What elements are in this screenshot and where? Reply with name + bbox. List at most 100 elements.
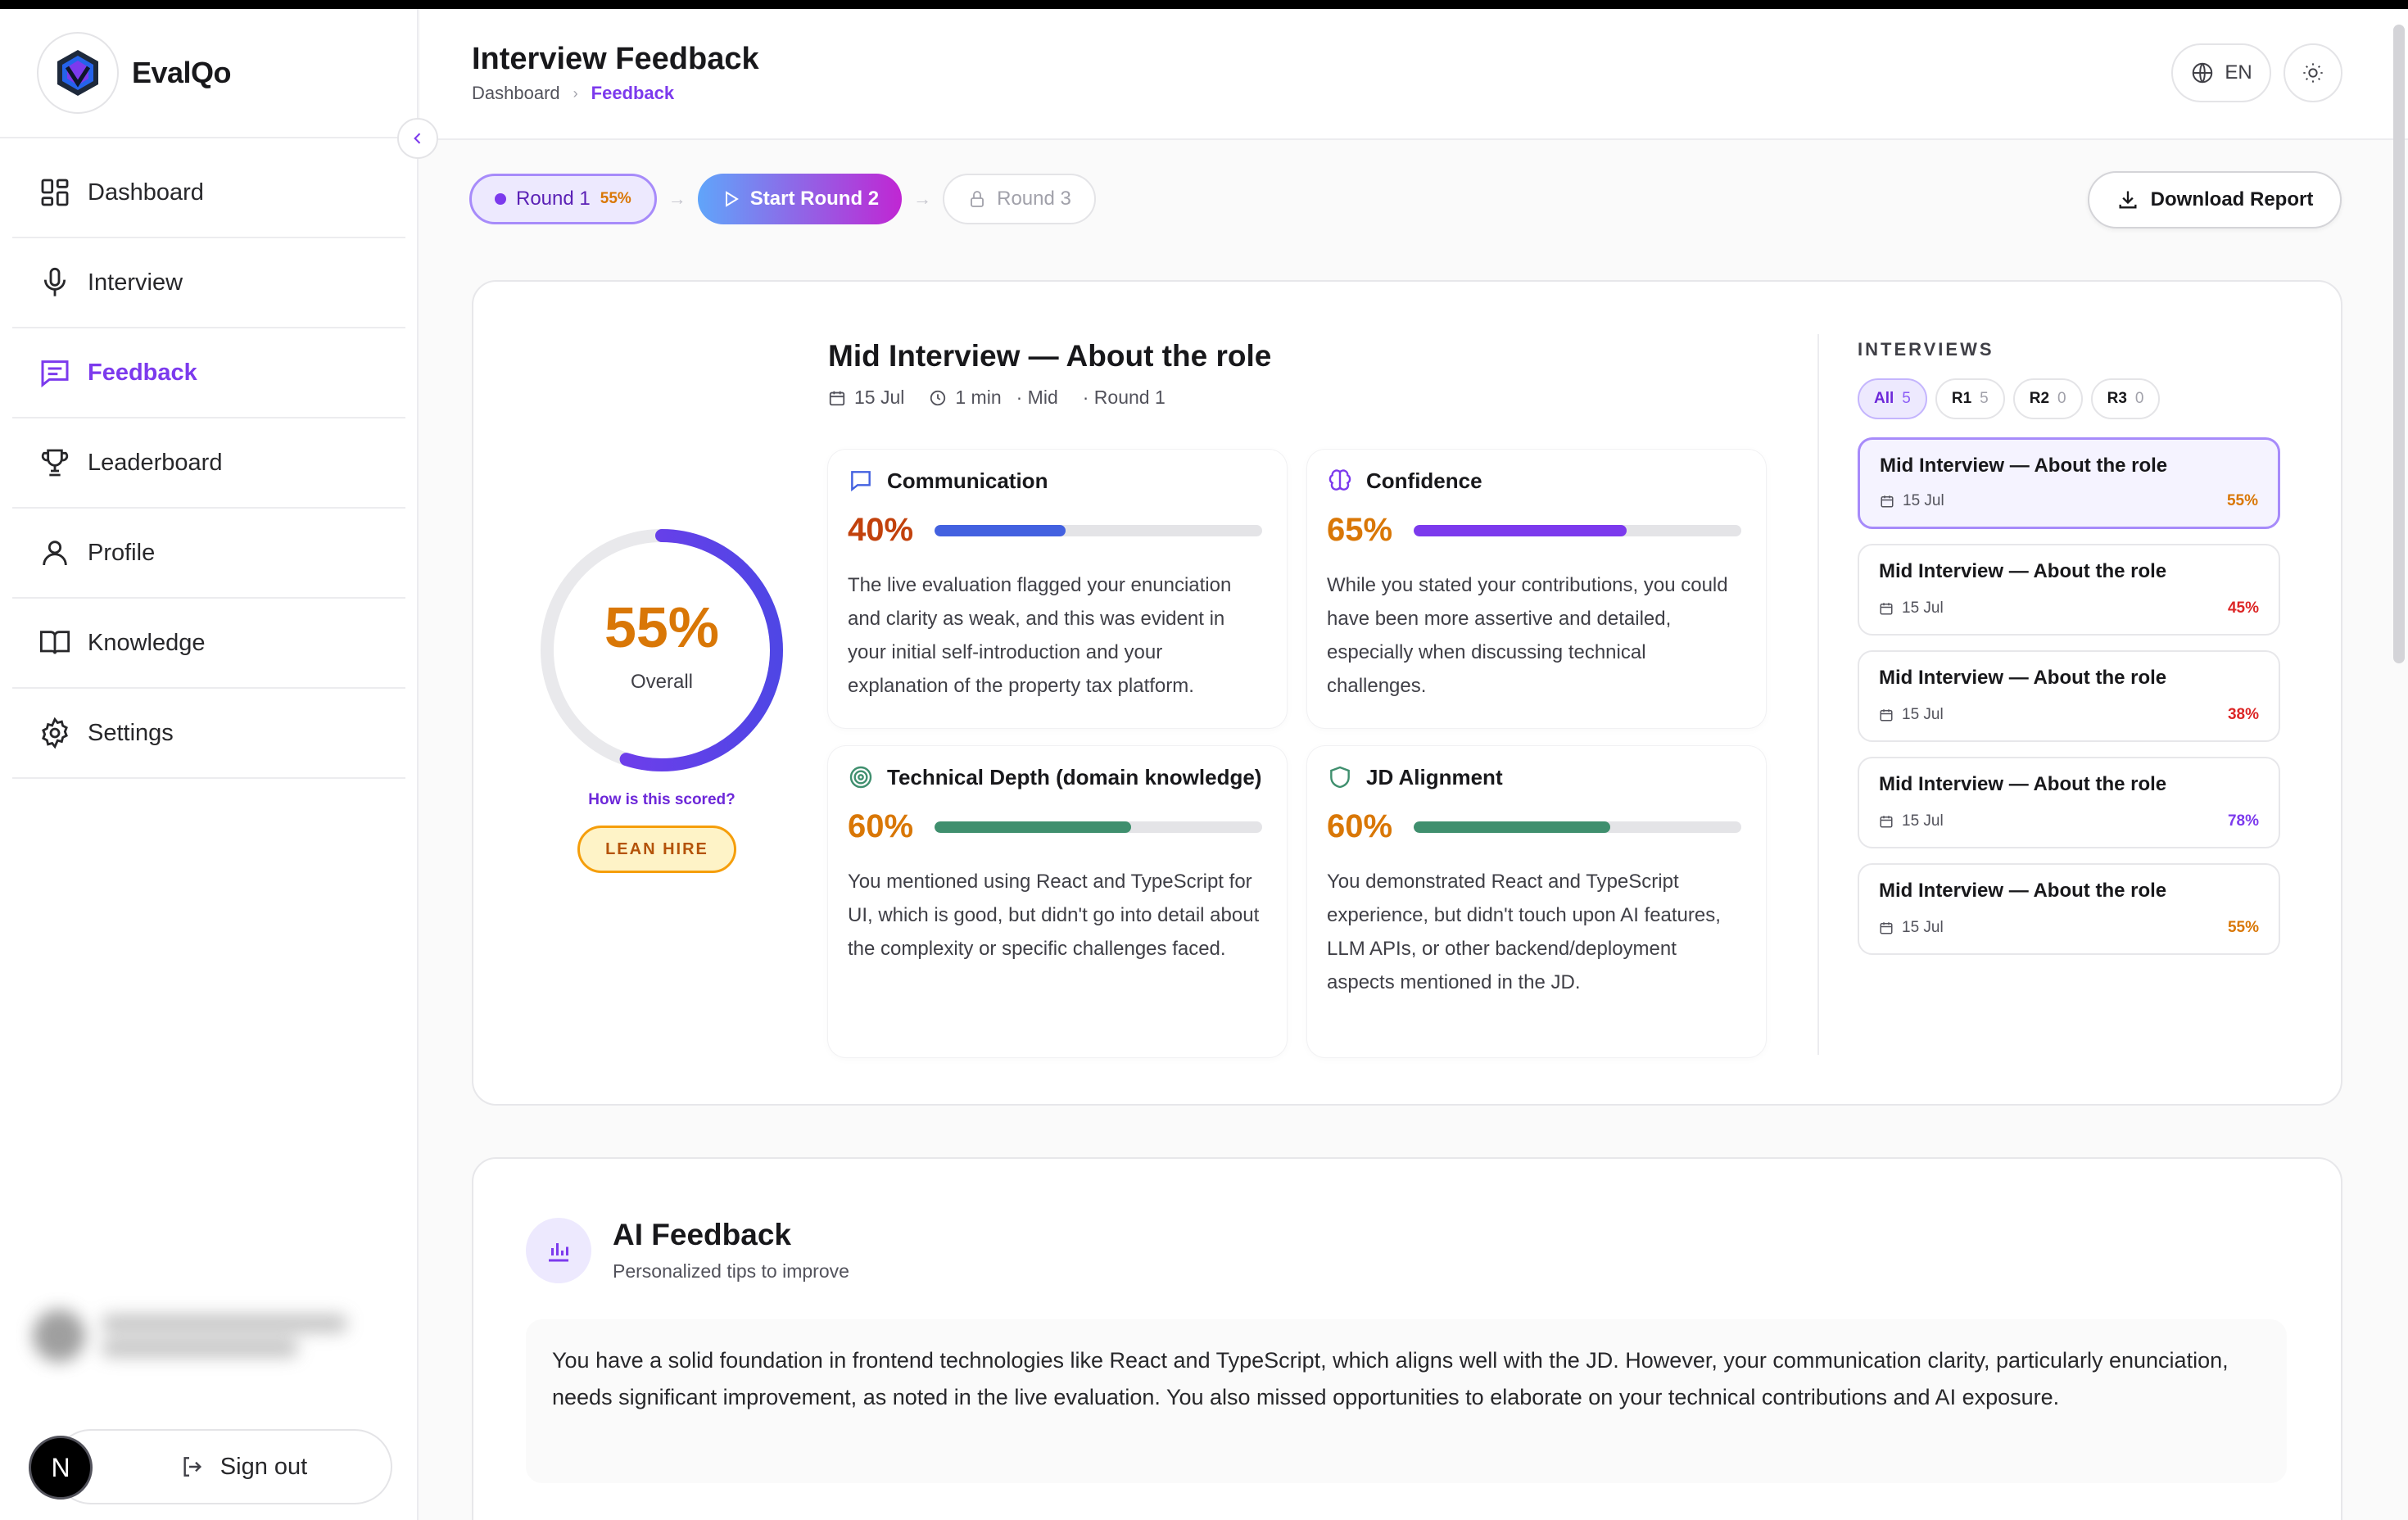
start-round-2-label: Start Round 2: [749, 188, 880, 210]
interview-list-item[interactable]: Mid Interview — About the role 15 Jul 45…: [1858, 544, 2280, 636]
metric-progress-fill: [1414, 524, 1627, 536]
interview-list-item[interactable]: Mid Interview — About the role 15 Jul 38…: [1858, 650, 2280, 742]
start-round-2-button[interactable]: Start Round 2: [697, 174, 903, 224]
arrow-right-icon: →: [913, 188, 932, 209]
metric-card-confidence: Confidence 65% While you stated your con…: [1307, 450, 1766, 728]
interviews-heading: INTERVIEWS: [1858, 339, 1994, 360]
interview-list-item[interactable]: Mid Interview — About the role 15 Jul 78…: [1858, 757, 2280, 848]
download-icon: [2119, 191, 2137, 209]
metric-description: You mentioned using React and TypeScript…: [848, 871, 1260, 960]
interview-item-date: 15 Jul: [1902, 919, 1944, 936]
calendar-icon: [1880, 603, 1893, 615]
metric-progress-bar: [935, 821, 1263, 833]
gear-icon: [42, 717, 68, 749]
interview-item-score: 45%: [2227, 599, 2259, 617]
round-1-pill[interactable]: Round 1 55%: [469, 174, 657, 224]
sidebar-item-dashboard[interactable]: Dashboard: [12, 148, 405, 238]
calendar-icon: [1880, 922, 1893, 934]
interview-date: 15 Jul: [854, 387, 905, 408]
chevron-right-icon: ›: [573, 84, 578, 102]
breadcrumb: Dashboard › Feedback: [472, 83, 674, 104]
metric-progress-bar: [1414, 821, 1742, 833]
user-profile-blurred[interactable]: [33, 1287, 377, 1385]
chip-label: R1: [1951, 390, 1972, 407]
filter-chip-all[interactable]: All 5: [1858, 378, 1927, 419]
interview-item-date: 15 Jul: [1902, 706, 1944, 723]
metric-progress-bar: [935, 524, 1263, 536]
interview-meta: 15 Jul 1 min · Mid · Round 1: [828, 387, 1166, 409]
metric-name: Technical Depth (domain knowledge): [887, 764, 1262, 789]
signout-row: N Sign out: [29, 1429, 392, 1504]
sidebar-item-feedback[interactable]: Feedback: [12, 328, 405, 418]
language-button[interactable]: EN: [2171, 43, 2271, 102]
interview-title: Mid Interview — About the role: [828, 339, 1272, 373]
overall-score-value: 55%: [604, 595, 720, 659]
signout-button[interactable]: Sign out: [53, 1429, 392, 1504]
sidebar: EvalQo Dashboard Interview Feedback Lead…: [0, 9, 419, 1520]
chip-count: 5: [1980, 390, 1989, 407]
sidebar-item-interview[interactable]: Interview: [12, 238, 405, 328]
signout-label: Sign out: [220, 1453, 308, 1480]
filter-chip-r2[interactable]: R2 0: [2012, 378, 2083, 419]
feedback-summary-card: 55% Overall How is this scored? LEAN HIR…: [472, 280, 2342, 1106]
microphone-icon: [43, 267, 66, 296]
header: Interview Feedback Dashboard › Feedback …: [420, 9, 2408, 140]
ai-feedback-title: AI Feedback: [613, 1218, 791, 1251]
calendar-icon: [1881, 495, 1894, 508]
metric-score: 60%: [848, 808, 914, 844]
user-icon: [43, 541, 67, 566]
calendar-icon: [1880, 709, 1893, 722]
ai-feedback-card: AI Feedback Personalized tips to improve…: [472, 1157, 2342, 1520]
collapse-sidebar-button[interactable]: [397, 118, 438, 159]
brand[interactable]: EvalQo: [37, 32, 232, 114]
arrow-right-icon: →: [668, 188, 686, 209]
breadcrumb-dashboard[interactable]: Dashboard: [472, 83, 560, 104]
play-icon: [725, 191, 739, 207]
page-title: Interview Feedback: [472, 42, 759, 76]
interview-list-item[interactable]: Mid Interview — About the role 15 Jul 55…: [1858, 863, 2280, 955]
interview-filter-chips: All 5 R1 5 R2 0 R3 0: [1858, 378, 2161, 419]
sidebar-item-knowledge[interactable]: Knowledge: [12, 599, 405, 689]
avatar[interactable]: N: [29, 1436, 93, 1500]
interview-item-score: 55%: [2227, 919, 2259, 936]
theme-toggle-button[interactable]: [2284, 43, 2342, 102]
sidebar-item-profile[interactable]: Profile: [12, 509, 405, 599]
metric-card-technical-depth: Technical Depth (domain knowledge) 60% Y…: [828, 746, 1287, 1057]
download-report-button[interactable]: Download Report: [2088, 171, 2342, 228]
interview-item-title: Mid Interview — About the role: [1880, 455, 2168, 477]
metric-score: 40%: [848, 512, 914, 548]
sidebar-item-leaderboard[interactable]: Leaderboard: [12, 418, 405, 509]
interview-item-date: 15 Jul: [1903, 492, 1944, 509]
sidebar-item-settings[interactable]: Settings: [12, 689, 405, 779]
interview-item-score: 38%: [2227, 706, 2259, 723]
chip-count: 0: [2134, 390, 2144, 407]
vertical-divider: [1817, 334, 1819, 1055]
page-scrollbar[interactable]: [2393, 25, 2405, 663]
filter-chip-r1[interactable]: R1 5: [1935, 378, 2005, 419]
chip-count: 0: [2057, 390, 2066, 407]
lock-icon: [971, 191, 984, 207]
sun-icon: [2303, 63, 2323, 83]
how-scored-link[interactable]: How is this scored?: [531, 791, 793, 809]
round-1-label: Round 1: [516, 188, 591, 210]
interview-item-date: 15 Jul: [1902, 599, 1944, 617]
interview-item-title: Mid Interview — About the role: [1879, 773, 2167, 795]
filter-chip-r3[interactable]: R3 0: [2090, 378, 2161, 419]
interview-item-score: 78%: [2227, 812, 2259, 830]
trophy-icon: [41, 449, 69, 477]
active-dot-icon: [495, 193, 506, 205]
metric-progress-fill: [1414, 821, 1611, 833]
chip-label: R2: [2029, 390, 2050, 407]
metric-name: Communication: [887, 468, 1048, 493]
interview-list-item[interactable]: Mid Interview — About the role 15 Jul 55…: [1858, 437, 2280, 529]
calendar-icon: [1880, 816, 1893, 828]
metric-description: The live evaluation flagged your enuncia…: [848, 574, 1232, 697]
interview-list: Mid Interview — About the role 15 Jul 55…: [1858, 437, 2280, 970]
chip-label: All: [1874, 390, 1894, 407]
metric-progress-fill: [935, 524, 1066, 536]
interview-item-title: Mid Interview — About the role: [1879, 667, 2167, 689]
interview-item-title: Mid Interview — About the role: [1879, 880, 2167, 902]
ai-feedback-body: You have a solid foundation in frontend …: [526, 1319, 2287, 1483]
chat-icon: [851, 471, 871, 492]
sidebar-item-label: Interview: [88, 269, 183, 296]
